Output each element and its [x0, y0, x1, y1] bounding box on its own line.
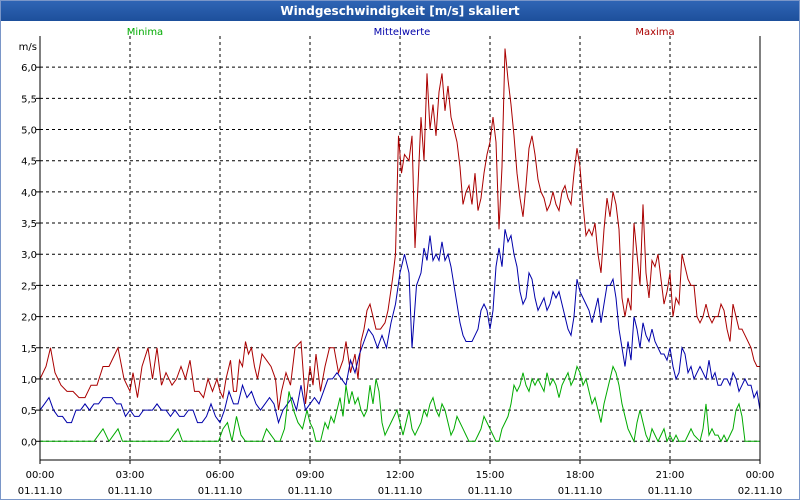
- x-tick-time: 00:00: [26, 470, 55, 481]
- x-tick-time: 12:00: [386, 470, 415, 481]
- axes: [36, 36, 761, 464]
- chart-svg: 0,0 0,5 1,0 1,5 2,0 2,5 3,0 3,5 4,0 4,5 5,0 5,5 6,0 m…: [18, 27, 783, 497]
- y-tick-label: 5,5: [21, 94, 37, 105]
- y-tick-label: 5,0: [21, 126, 37, 137]
- x-tick-time: 18:00: [566, 470, 595, 481]
- x-tick-time: 15:00: [476, 470, 505, 481]
- x-tick-date: 02.11.10: [738, 486, 783, 497]
- y-tick-label: 0,5: [21, 406, 37, 417]
- y-tick-label: 4,5: [21, 157, 37, 168]
- x-tick-time: 03:00: [116, 470, 145, 481]
- y-axis-label: m/s: [19, 42, 37, 53]
- y-tick-label: 1,0: [21, 375, 37, 386]
- grid: [40, 36, 760, 460]
- series-layer: [39, 48, 761, 443]
- legend-maxima: Maxima: [635, 27, 674, 38]
- y-tick-label: 2,5: [21, 281, 37, 292]
- legend-minima: Minima: [127, 27, 163, 38]
- x-tick-time: 21:00: [656, 470, 685, 481]
- x-tick-date: 01.11.10: [288, 486, 333, 497]
- y-tick-label: 3,5: [21, 219, 37, 230]
- y-tick-label: 0,0: [21, 437, 37, 448]
- x-tick-date: 01.11.10: [378, 486, 423, 497]
- x-tick-date: 01.11.10: [198, 486, 243, 497]
- x-tick-time: 00:00: [746, 470, 775, 481]
- x-tick-date: 01.11.10: [18, 486, 63, 497]
- y-tick-label: 4,0: [21, 188, 37, 199]
- x-tick-time: 06:00: [206, 470, 235, 481]
- y-tick-label: 6,0: [21, 63, 37, 74]
- legend-mittelwerte: Mittelwerte: [374, 27, 431, 38]
- x-tick-date: 01.11.10: [558, 486, 603, 497]
- y-tick-label: 2,0: [21, 313, 37, 324]
- x-tick-date: 01.11.10: [468, 486, 513, 497]
- y-tick-label: 1,5: [21, 344, 37, 355]
- x-tick-date: 01.11.10: [108, 486, 153, 497]
- x-tick-time: 09:00: [296, 470, 325, 481]
- x-tick-date: 01.11.10: [648, 486, 693, 497]
- y-tick-label: 3,0: [21, 250, 37, 261]
- legend: Minima Mittelwerte Maxima: [127, 27, 675, 38]
